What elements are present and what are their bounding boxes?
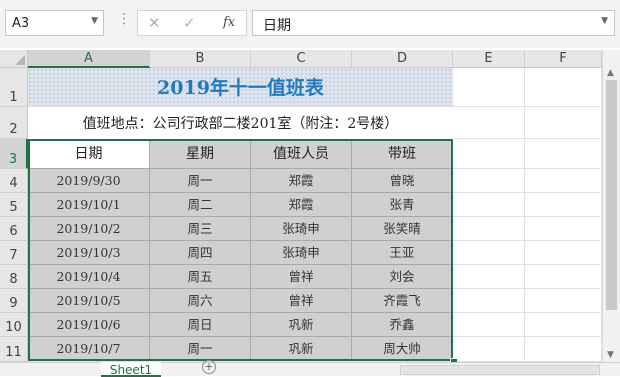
- weekday-cell[interactable]: 周六: [150, 289, 251, 313]
- column-header-f[interactable]: F: [525, 50, 602, 68]
- weekday-cell[interactable]: 周四: [150, 241, 251, 265]
- column-header-a[interactable]: A: [28, 50, 150, 68]
- column-header-e[interactable]: E: [453, 50, 525, 68]
- column-header-d[interactable]: D: [352, 50, 453, 68]
- worksheet-grid[interactable]: A B C D E F 1 2 3 4 5 6 7 8 9 10 11 2019…: [0, 50, 602, 362]
- header-cell-staff[interactable]: 值班人员: [251, 139, 352, 169]
- row-header-8[interactable]: 8: [0, 265, 28, 289]
- gridline: [524, 68, 525, 362]
- weekday-cell[interactable]: 周一: [150, 169, 251, 193]
- cancel-icon[interactable]: ✕: [148, 14, 161, 32]
- lead-cell[interactable]: 张笑晴: [352, 217, 453, 241]
- add-sheet-icon[interactable]: +: [202, 360, 216, 374]
- vertical-scrollbar[interactable]: ▲ ▼: [602, 50, 620, 362]
- name-box-value: A3: [12, 16, 30, 31]
- staff-cell[interactable]: 张琦申: [251, 241, 352, 265]
- name-box[interactable]: A3 ▼: [5, 10, 104, 36]
- lead-cell[interactable]: 张青: [352, 193, 453, 217]
- date-cell[interactable]: 2019/10/6: [28, 313, 150, 337]
- date-cell[interactable]: 2019/10/5: [28, 289, 150, 313]
- sheet-tab-sheet1[interactable]: Sheet1: [101, 362, 161, 377]
- date-cell[interactable]: 2019/10/1: [28, 193, 150, 217]
- row-header-10[interactable]: 10: [0, 313, 28, 337]
- select-all-button[interactable]: [0, 50, 28, 68]
- more-options-icon[interactable]: ⋮: [117, 12, 131, 26]
- header-cell-lead[interactable]: 带班: [352, 139, 453, 169]
- lead-cell[interactable]: 曾晓: [352, 169, 453, 193]
- sheet-subtitle[interactable]: 值班地点：公司行政部二楼201室（附注：2号楼）: [28, 107, 453, 139]
- row-header-5[interactable]: 5: [0, 193, 28, 217]
- date-cell[interactable]: 2019/10/2: [28, 217, 150, 241]
- weekday-cell[interactable]: 周二: [150, 193, 251, 217]
- formula-bar: A3 ▼ ⋮ ✕ ✓ fx 日期 ▼: [0, 0, 620, 48]
- weekday-cell[interactable]: 周日: [150, 313, 251, 337]
- row-header-3[interactable]: 3: [0, 139, 28, 169]
- date-cell[interactable]: 2019/9/30: [28, 169, 150, 193]
- weekday-cell[interactable]: 周五: [150, 265, 251, 289]
- lead-cell[interactable]: 刘会: [352, 265, 453, 289]
- row-header-9[interactable]: 9: [0, 289, 28, 313]
- lead-cell[interactable]: 王亚: [352, 241, 453, 265]
- staff-cell[interactable]: 曾祥: [251, 265, 352, 289]
- sheet-title[interactable]: 2019年十一值班表: [28, 68, 453, 106]
- date-cell[interactable]: 2019/10/7: [28, 337, 150, 361]
- check-icon[interactable]: ✓: [183, 14, 196, 32]
- lead-cell[interactable]: 齐霞飞: [352, 289, 453, 313]
- horizontal-scrollbar[interactable]: [400, 365, 600, 375]
- staff-cell[interactable]: 曾祥: [251, 289, 352, 313]
- scroll-down-icon[interactable]: ▼: [607, 350, 614, 360]
- date-cell[interactable]: 2019/10/3: [28, 241, 150, 265]
- formula-buttons: ✕ ✓ fx: [137, 10, 247, 36]
- staff-cell[interactable]: 张琦申: [251, 217, 352, 241]
- staff-cell[interactable]: 郑霞: [251, 193, 352, 217]
- formula-input[interactable]: 日期 ▼: [252, 10, 615, 36]
- sheet-tab-bar: Sheet1 +: [0, 360, 620, 377]
- header-cell-weekday[interactable]: 星期: [150, 139, 251, 169]
- scroll-up-icon[interactable]: ▲: [607, 68, 614, 78]
- lead-cell[interactable]: 周大帅: [352, 337, 453, 361]
- row-header-4[interactable]: 4: [0, 169, 28, 193]
- lead-cell[interactable]: 乔鑫: [352, 313, 453, 337]
- row-header-2[interactable]: 2: [0, 107, 28, 139]
- row-header-1[interactable]: 1: [0, 68, 28, 107]
- date-cell[interactable]: 2019/10/4: [28, 265, 150, 289]
- row-header-7[interactable]: 7: [0, 241, 28, 265]
- chevron-down-icon[interactable]: ▼: [91, 16, 98, 26]
- row-header-11[interactable]: 11: [0, 337, 28, 362]
- row-header-6[interactable]: 6: [0, 217, 28, 241]
- expand-formula-icon[interactable]: ▼: [601, 16, 608, 26]
- column-header-c[interactable]: C: [251, 50, 352, 68]
- weekday-cell[interactable]: 周一: [150, 337, 251, 361]
- staff-cell[interactable]: 巩新: [251, 337, 352, 361]
- formula-value: 日期: [263, 18, 291, 34]
- staff-cell[interactable]: 郑霞: [251, 169, 352, 193]
- scroll-thumb[interactable]: [606, 80, 617, 310]
- insert-function-icon[interactable]: fx: [223, 15, 235, 30]
- column-header-b[interactable]: B: [150, 50, 251, 68]
- staff-cell[interactable]: 巩新: [251, 313, 352, 337]
- weekday-cell[interactable]: 周三: [150, 217, 251, 241]
- header-cell-date[interactable]: 日期: [28, 139, 150, 169]
